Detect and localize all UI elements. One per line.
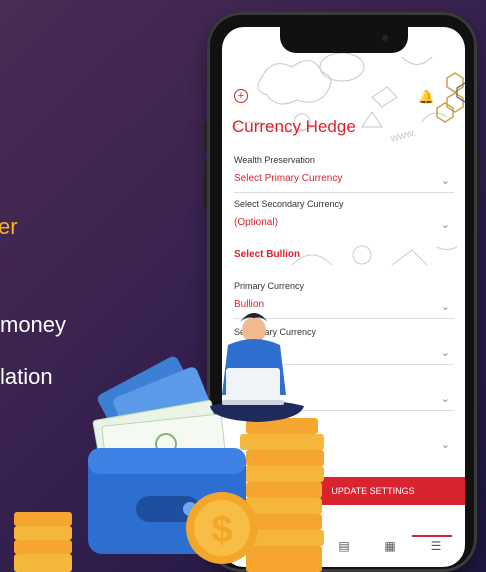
background-text-line-2: money: [0, 312, 67, 337]
chevron-down-icon: ⌄: [440, 393, 450, 405]
logo-icon: [436, 72, 465, 123]
bullion-field-3[interactable]: Bullion ⌄: [234, 373, 454, 411]
phone-mockup: www. + 🔔 Currency Hedge Wealth Preservat…: [204, 12, 480, 572]
bullion-field-4[interactable]: ⌄: [234, 419, 454, 457]
background-text-line-1: er: [0, 214, 18, 239]
volume-button-2: [204, 162, 207, 210]
chevron-down-icon: ⌄: [440, 175, 450, 187]
volume-button: [204, 122, 207, 150]
menu-icon[interactable]: ☰: [426, 539, 446, 559]
page-title: Currency Hedge: [232, 117, 356, 136]
divider: [234, 410, 454, 411]
chevron-down-icon: ⌄: [440, 347, 450, 359]
wealth-preservation-field[interactable]: Wealth Preservation Select Primary Curre…: [234, 155, 454, 193]
field-value: (Optional): [234, 217, 278, 228]
background-text-line-3: lation: [0, 364, 53, 389]
divider: [234, 318, 454, 319]
field-label: Secondary Currency: [234, 327, 317, 337]
chevron-down-icon: ⌄: [440, 219, 450, 231]
divider: [234, 192, 454, 193]
secondary-currency-field[interactable]: Select Secondary Currency (Optional) ⌄: [234, 199, 454, 237]
app-header: + 🔔: [230, 72, 465, 123]
credit-cards: [97, 356, 217, 455]
bullion-section-header: Select Bullion: [222, 235, 465, 275]
field-label: Wealth Preservation: [234, 155, 315, 165]
coin-stack-left: [14, 512, 72, 572]
section-title: Select Bullion: [234, 249, 301, 260]
calendar-icon[interactable]: ▦: [380, 539, 400, 559]
bottom-tab-bar: ▤ ▦ ☰: [222, 535, 465, 567]
field-label: Select Secondary Currency: [234, 199, 344, 209]
primary-bullion-field[interactable]: Primary Currency Bullion ⌄: [234, 281, 454, 319]
field-label: Primary Currency: [234, 281, 305, 291]
secondary-bullion-field[interactable]: Secondary Currency Bullion ⌄: [234, 327, 454, 365]
update-settings-button[interactable]: UPDATE SETTINGS: [280, 477, 465, 505]
active-tab-indicator: [412, 535, 452, 537]
bell-icon[interactable]: 🔔: [418, 89, 434, 105]
add-icon[interactable]: +: [234, 89, 248, 103]
chevron-down-icon: ⌄: [440, 301, 450, 313]
field-value: Select Primary Currency: [234, 173, 343, 184]
power-button: [477, 152, 480, 212]
camera-icon: [382, 35, 388, 41]
briefcase-icon[interactable]: ▤: [334, 539, 354, 559]
field-value: Bullion: [234, 391, 265, 402]
notch: [280, 27, 408, 53]
chevron-down-icon: ⌄: [440, 439, 450, 451]
divider: [234, 364, 454, 365]
svg-text:www.: www.: [388, 126, 417, 145]
field-value: Bullion: [234, 299, 265, 310]
phone-screen: www. + 🔔 Currency Hedge Wealth Preservat…: [222, 27, 465, 567]
field-value: Bullion: [234, 345, 265, 356]
